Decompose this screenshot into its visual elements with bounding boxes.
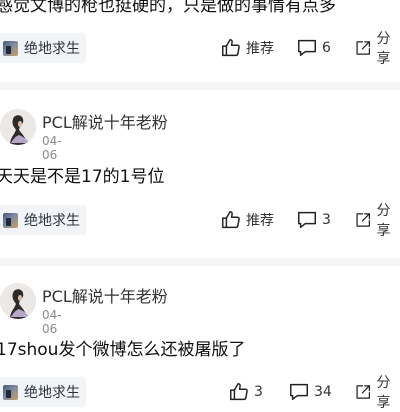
like-button[interactable]: 3 xyxy=(228,377,263,407)
post-content[interactable]: 天天是不是17的1号位 xyxy=(0,165,164,189)
author-name[interactable]: PCL解说十年老粉 xyxy=(42,109,168,133)
post-date: 04-06 xyxy=(42,134,62,162)
like-count: 3 xyxy=(254,384,263,400)
share-label: 分享 xyxy=(376,203,391,239)
share-icon xyxy=(356,213,371,227)
post: 感觉文博的枪也挺硬的，只是做的事情有点多 绝地求生 推荐 6 分享 xyxy=(0,0,400,82)
divider xyxy=(0,258,400,266)
comment-button[interactable]: 3 xyxy=(296,205,331,235)
divider xyxy=(0,82,400,90)
avatar-image xyxy=(0,109,36,145)
comment-icon xyxy=(298,39,316,57)
comment-icon xyxy=(298,211,316,229)
post: PCL解说十年老粉 04-06 17shou发个微博怎么还被屠版了 绝地求生 3… xyxy=(0,266,400,411)
post-actions: 推荐 3 分享 xyxy=(0,203,400,239)
post-content[interactable]: 17shou发个微博怎么还被屠版了 xyxy=(0,338,245,362)
thumbs-up-icon xyxy=(222,211,240,229)
thumbs-up-icon xyxy=(222,39,240,57)
share-label: 分享 xyxy=(376,375,391,411)
share-label: 分享 xyxy=(376,31,391,67)
author-name[interactable]: PCL解说十年老粉 xyxy=(42,283,168,307)
comment-count: 6 xyxy=(322,40,331,56)
share-icon xyxy=(356,41,371,55)
share-button[interactable]: 分享 xyxy=(354,203,400,239)
post-date: 04-06 xyxy=(42,308,62,336)
like-label: 推荐 xyxy=(246,213,274,229)
like-button[interactable]: 推荐 xyxy=(220,205,274,235)
comment-button[interactable]: 6 xyxy=(296,33,331,63)
comment-count: 34 xyxy=(314,384,332,400)
avatar[interactable] xyxy=(0,283,36,319)
share-button[interactable]: 分享 xyxy=(354,375,400,411)
post: PCL解说十年老粉 04-06 天天是不是17的1号位 绝地求生 推荐 3 分享 xyxy=(0,90,400,258)
post-actions: 推荐 6 分享 xyxy=(0,31,400,67)
post-actions: 3 34 分享 xyxy=(0,375,400,411)
comment-count: 3 xyxy=(322,212,331,228)
avatar-image xyxy=(0,283,36,319)
avatar[interactable] xyxy=(0,109,36,145)
share-button[interactable]: 分享 xyxy=(354,31,400,67)
like-button[interactable]: 推荐 xyxy=(220,33,274,63)
comment-button[interactable]: 34 xyxy=(288,377,332,407)
post-content[interactable]: 感觉文博的枪也挺硬的，只是做的事情有点多 xyxy=(0,0,336,18)
like-label: 推荐 xyxy=(246,41,274,57)
